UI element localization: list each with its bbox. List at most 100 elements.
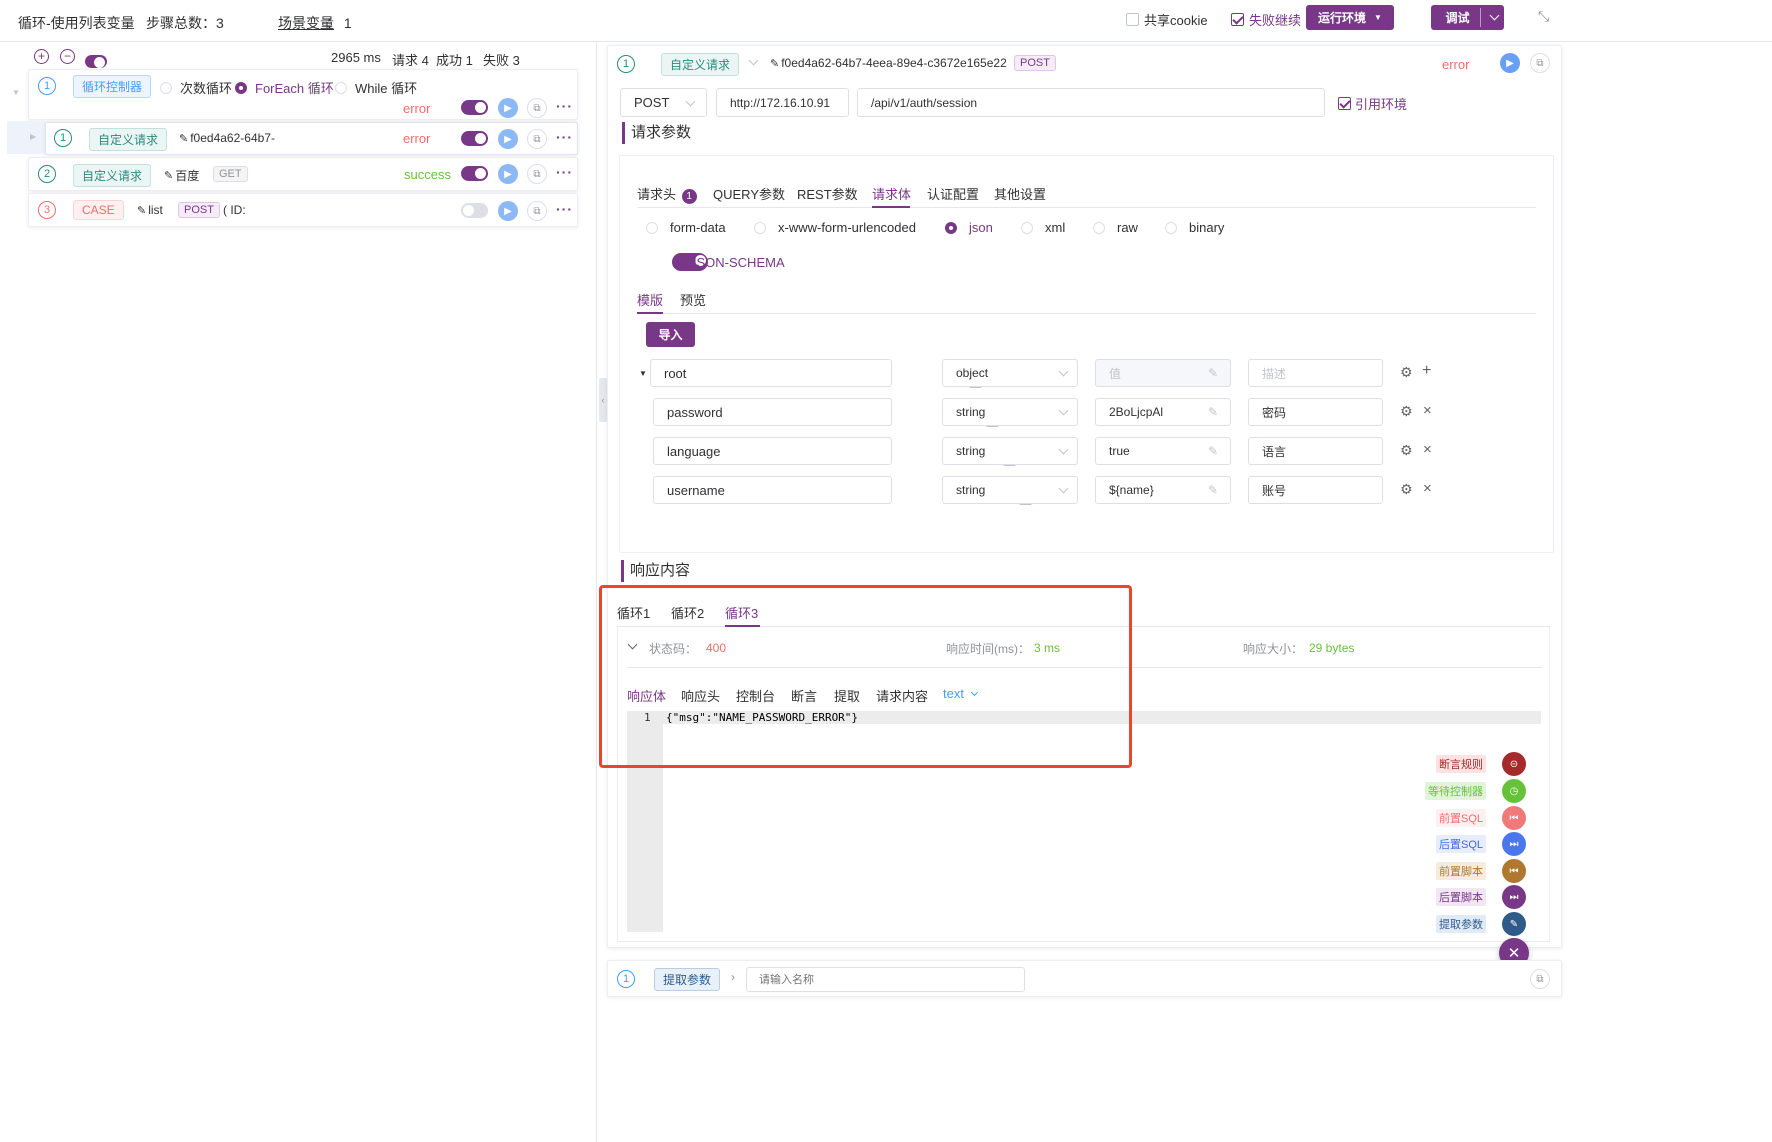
schema-value-input[interactable]: 值 ✎: [1095, 359, 1231, 387]
schema-value-input[interactable]: true ✎: [1095, 437, 1231, 465]
tab-query[interactable]: QUERY参数: [713, 184, 785, 203]
assert-icon[interactable]: ⊝: [1502, 752, 1526, 776]
loop-enable-switch[interactable]: [461, 100, 488, 115]
step-name[interactable]: ✎ list: [137, 203, 163, 217]
pre-sql-label[interactable]: 前置SQL: [1436, 809, 1487, 827]
body-type-json[interactable]: json: [945, 220, 993, 235]
schema-type-select[interactable]: string: [942, 398, 1078, 426]
body-type-binary[interactable]: binary: [1165, 220, 1224, 235]
run-icon[interactable]: ▶: [498, 98, 518, 118]
import-button[interactable]: 导入: [646, 322, 695, 347]
schema-field-name[interactable]: language: [653, 437, 892, 465]
schema-field-name[interactable]: username: [653, 476, 892, 504]
run-icon[interactable]: ▶: [1500, 53, 1520, 73]
request-name[interactable]: ✎ f0ed4a62-64b7-4eea-89e4-c3672e165e22: [770, 56, 1007, 70]
step-enable-switch[interactable]: [461, 166, 488, 181]
tab-auth[interactable]: 认证配置: [927, 184, 979, 203]
schema-type-select[interactable]: object: [942, 359, 1078, 387]
more-icon[interactable]: ···: [556, 164, 573, 180]
tab-preview[interactable]: 预览: [680, 290, 706, 309]
copy-icon[interactable]: ⧉: [1530, 969, 1550, 989]
step-card-3[interactable]: 3 CASE ✎ list POST ( ID: ▶ ⧉ ···: [28, 193, 578, 227]
step-card-2[interactable]: 2 自定义请求 ✎ 百度 GET success ▶ ⧉ ···: [28, 157, 578, 191]
post-script-label[interactable]: 后置脚本: [1436, 888, 1486, 906]
tab-other-settings[interactable]: 其他设置: [994, 184, 1046, 203]
extract-params-label[interactable]: 提取参数: [1436, 915, 1486, 933]
step-enable-switch[interactable]: [461, 203, 488, 218]
post-sql-icon[interactable]: ⏭: [1502, 832, 1526, 856]
schema-desc-input[interactable]: 账号: [1248, 476, 1383, 504]
more-icon[interactable]: ···: [556, 98, 573, 114]
copy-icon[interactable]: ⧉: [527, 98, 547, 118]
collapse-icon[interactable]: ⤡: [1538, 8, 1549, 25]
schema-field-name[interactable]: root: [650, 359, 892, 387]
step-name[interactable]: ✎ f0ed4a62-64b7-: [179, 131, 275, 145]
schema-desc-input[interactable]: 密码: [1248, 398, 1383, 426]
remove-field-icon[interactable]: ×: [1423, 480, 1432, 497]
body-type-raw[interactable]: raw: [1093, 220, 1138, 235]
schema-desc-input[interactable]: 语言: [1248, 437, 1383, 465]
loop-type-count[interactable]: 次数循环: [160, 78, 232, 97]
panel-splitter[interactable]: ‹: [599, 378, 607, 422]
gear-icon[interactable]: ⚙: [1400, 403, 1413, 420]
step-card-1[interactable]: 1 自定义请求 ✎ f0ed4a62-64b7- error ▶ ⧉ ···: [45, 122, 578, 155]
body-type-xml[interactable]: xml: [1021, 220, 1065, 235]
gear-icon[interactable]: ⚙: [1400, 442, 1413, 459]
path-input[interactable]: /api/v1/auth/session: [857, 88, 1325, 117]
schema-value-input[interactable]: 2BoLjcpAl ✎: [1095, 398, 1231, 426]
extract-param-card[interactable]: 1 提取参数 › ⧉: [607, 960, 1562, 997]
post-script-icon[interactable]: ⏭: [1502, 885, 1526, 909]
schema-field-name[interactable]: password: [653, 398, 892, 426]
method-select[interactable]: POST: [620, 88, 707, 117]
loop-controller-card[interactable]: 1 循环控制器 次数循环 ForEach 循环 While 循环 error ▶…: [28, 69, 578, 120]
copy-icon[interactable]: ⧉: [527, 129, 547, 149]
copy-icon[interactable]: ⧉: [1530, 53, 1550, 73]
run-icon[interactable]: ▶: [498, 201, 518, 221]
schema-type-select[interactable]: string: [942, 476, 1078, 504]
share-cookie-checkbox[interactable]: 共享cookie: [1126, 10, 1208, 29]
pre-sql-icon[interactable]: ⏮: [1502, 806, 1526, 830]
copy-icon[interactable]: ⧉: [527, 201, 547, 221]
tab-headers[interactable]: 请求头 1: [637, 184, 697, 204]
loop-type-foreach[interactable]: ForEach 循环: [235, 78, 334, 97]
tab-rest[interactable]: REST参数: [797, 184, 858, 203]
add-field-icon[interactable]: +: [1422, 362, 1431, 380]
tree-caret-down-icon[interactable]: ▼: [639, 369, 647, 378]
clock-icon[interactable]: ◷: [1502, 779, 1526, 803]
chevron-right-icon[interactable]: ›: [731, 970, 735, 984]
tab-template[interactable]: 模版: [637, 290, 663, 309]
step-name[interactable]: ✎ 百度: [164, 167, 199, 184]
body-type-form-data[interactable]: form-data: [646, 220, 726, 235]
tab-body[interactable]: 请求体: [872, 184, 911, 203]
run-icon[interactable]: ▶: [498, 129, 518, 149]
body-type-urlencoded[interactable]: x-www-form-urlencoded: [754, 220, 916, 235]
pre-script-icon[interactable]: ⏮: [1502, 859, 1526, 883]
use-env-checkbox[interactable]: 引用环境: [1338, 94, 1407, 113]
tree-caret-right-icon[interactable]: ▶: [30, 132, 36, 141]
enable-all-switch[interactable]: [85, 55, 107, 68]
extract-icon[interactable]: ✎: [1502, 912, 1526, 936]
step-enable-switch[interactable]: [461, 131, 488, 146]
remove-field-icon[interactable]: ×: [1423, 402, 1432, 419]
run-icon[interactable]: ▶: [498, 164, 518, 184]
debug-dropdown-button[interactable]: [1485, 5, 1504, 30]
fail-continue-checkbox[interactable]: 失败继续: [1231, 10, 1301, 29]
more-icon[interactable]: ···: [556, 129, 573, 145]
more-icon[interactable]: ···: [556, 201, 573, 217]
gear-icon[interactable]: ⚙: [1400, 481, 1413, 498]
assertion-rules-label[interactable]: 断言规则: [1436, 755, 1486, 773]
collapse-all-icon[interactable]: −: [60, 49, 75, 64]
extract-name-input[interactable]: [746, 967, 1025, 992]
gear-icon[interactable]: ⚙: [1400, 364, 1413, 381]
post-sql-label[interactable]: 后置SQL: [1436, 835, 1487, 853]
expand-all-icon[interactable]: +: [34, 49, 49, 64]
remove-field-icon[interactable]: ×: [1423, 441, 1432, 458]
schema-value-input[interactable]: ${name} ✎: [1095, 476, 1231, 504]
loop-type-while[interactable]: While 循环: [335, 78, 417, 97]
copy-icon[interactable]: ⧉: [527, 164, 547, 184]
schema-desc-input[interactable]: 描述: [1248, 359, 1383, 387]
pre-script-label[interactable]: 前置脚本: [1436, 862, 1486, 880]
tree-caret-down-icon[interactable]: ▼: [12, 88, 20, 97]
schema-type-select[interactable]: string: [942, 437, 1078, 465]
host-input[interactable]: http://172.16.10.91: [716, 88, 849, 117]
